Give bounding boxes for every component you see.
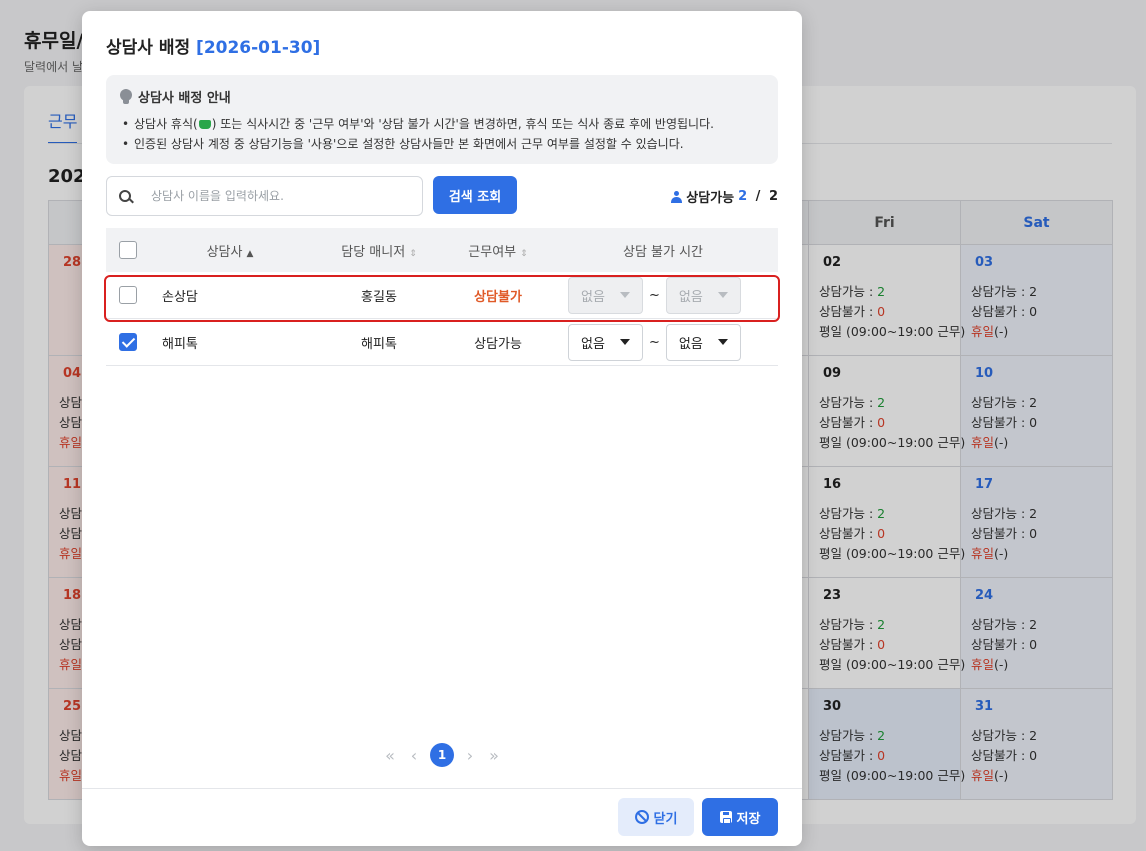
info-list: 상담사 휴식( ) 또는 식사시간 중 '근무 여부'와 '상담 불가 시간'을 … <box>120 114 764 154</box>
footer-divider <box>82 788 802 789</box>
person-icon <box>671 190 683 203</box>
counselor-table: 상담사 ▲ 담당 매니저 ⇕ 근무여부 ⇕ 상담 불가 시간 손상담 홍길동 상담불가… <box>106 228 778 366</box>
row-manager: 해피톡 <box>361 336 397 352</box>
time-range-separator: ~ <box>649 334 660 350</box>
modal-title-date: [2026-01-30] <box>196 38 321 58</box>
row-checkbox[interactable] <box>119 286 137 304</box>
search-icon <box>107 177 147 215</box>
table-row: 해피톡 해피톡 상담가능 없음 ~ 없음 <box>106 319 778 366</box>
assign-counselor-modal: 상담사 배정 [2026-01-30] 상담사 배정 안내 상담사 휴식( ) 또… <box>82 11 802 846</box>
next-page-icon[interactable]: › <box>462 746 478 765</box>
col-header-work[interactable]: 근무여부 ⇕ <box>448 241 548 260</box>
select-all-checkbox[interactable] <box>119 241 137 259</box>
row-name: 손상담 <box>162 289 198 305</box>
save-disk-icon <box>719 811 732 824</box>
caret-down-icon <box>717 339 728 345</box>
search-input[interactable] <box>151 189 411 203</box>
col-header-manager-text: 담당 매니저 <box>341 244 406 260</box>
search-button[interactable]: 검색 조회 <box>433 176 517 214</box>
availability-count: 2 <box>738 189 748 204</box>
caret-down-icon <box>620 339 630 345</box>
time-from-value: 없음 <box>581 336 605 352</box>
col-header-work-text: 근무여부 <box>468 244 517 260</box>
availability-total: 2 <box>768 189 778 204</box>
caret-down-icon <box>717 292 728 298</box>
pagination: « ‹ 1 › » <box>382 743 502 767</box>
last-page-icon[interactable]: » <box>486 746 502 765</box>
page-1-button[interactable]: 1 <box>430 743 454 767</box>
sort-icon: ⇕ <box>520 248 528 259</box>
row-name: 해피톡 <box>162 336 198 352</box>
save-button[interactable]: 저장 <box>702 798 778 836</box>
modal-title: 상담사 배정 [2026-01-30] <box>106 33 320 58</box>
close-button-label: 닫기 <box>653 811 678 827</box>
time-from-select[interactable]: 없음 <box>568 276 643 314</box>
time-to-select[interactable]: 없음 <box>665 276 741 314</box>
col-header-name-text: 상담사 <box>206 244 243 260</box>
row-work-status: 상담불가 <box>474 289 522 305</box>
time-from-select[interactable]: 없음 <box>568 323 643 361</box>
availability-label: 상담가능 <box>686 191 735 206</box>
prev-page-icon[interactable]: ‹ <box>406 746 422 765</box>
sort-icon: ⇕ <box>409 248 417 259</box>
col-header-manager[interactable]: 담당 매니저 ⇕ <box>310 241 448 260</box>
availability-summary: 상담가능 2 / 2 <box>671 187 778 206</box>
sort-asc-icon: ▲ <box>246 248 254 259</box>
info-item-1: 상담사 휴식( ) 또는 식사시간 중 '근무 여부'와 '상담 불가 시간'을 … <box>120 114 764 134</box>
row-manager: 홍길동 <box>361 289 397 305</box>
info-item-2: 인증된 상담사 계정 중 상담기능을 '사용'으로 설정한 상담사들만 본 화면… <box>120 134 764 154</box>
search-box <box>106 176 423 216</box>
coffee-cup-icon <box>198 120 211 129</box>
table-row: 손상담 홍길동 상담불가 없음 ~ 없음 <box>106 272 778 319</box>
time-to-select[interactable]: 없음 <box>665 323 741 361</box>
table-header: 상담사 ▲ 담당 매니저 ⇕ 근무여부 ⇕ 상담 불가 시간 <box>106 228 778 272</box>
col-header-time: 상담 불가 시간 <box>622 244 704 260</box>
ban-icon <box>634 810 649 824</box>
col-header-name[interactable]: 상담사 ▲ <box>150 241 310 260</box>
info-heading-text: 상담사 배정 안내 <box>138 91 231 106</box>
save-button-label: 저장 <box>736 811 761 827</box>
info-item-1-end: ) 또는 식사시간 중 '근무 여부'와 '상담 불가 시간'을 변경하면, 휴… <box>211 117 714 131</box>
lightbulb-icon <box>120 88 132 105</box>
caret-down-icon <box>620 292 630 298</box>
info-box: 상담사 배정 안내 상담사 휴식( ) 또는 식사시간 중 '근무 여부'와 '상… <box>106 75 778 164</box>
time-from-value: 없음 <box>581 289 605 305</box>
time-range-separator: ~ <box>649 287 660 303</box>
availability-sep: / <box>751 189 765 204</box>
row-work-status: 상담가능 <box>474 336 522 352</box>
time-to-value: 없음 <box>678 289 703 305</box>
modal-title-text: 상담사 배정 <box>106 38 191 58</box>
info-heading: 상담사 배정 안내 <box>120 87 764 106</box>
info-item-1-start: 상담사 휴식( <box>134 117 198 131</box>
row-checkbox[interactable] <box>119 333 137 351</box>
time-to-value: 없음 <box>678 336 703 352</box>
close-button[interactable]: 닫기 <box>618 798 694 836</box>
first-page-icon[interactable]: « <box>382 746 398 765</box>
